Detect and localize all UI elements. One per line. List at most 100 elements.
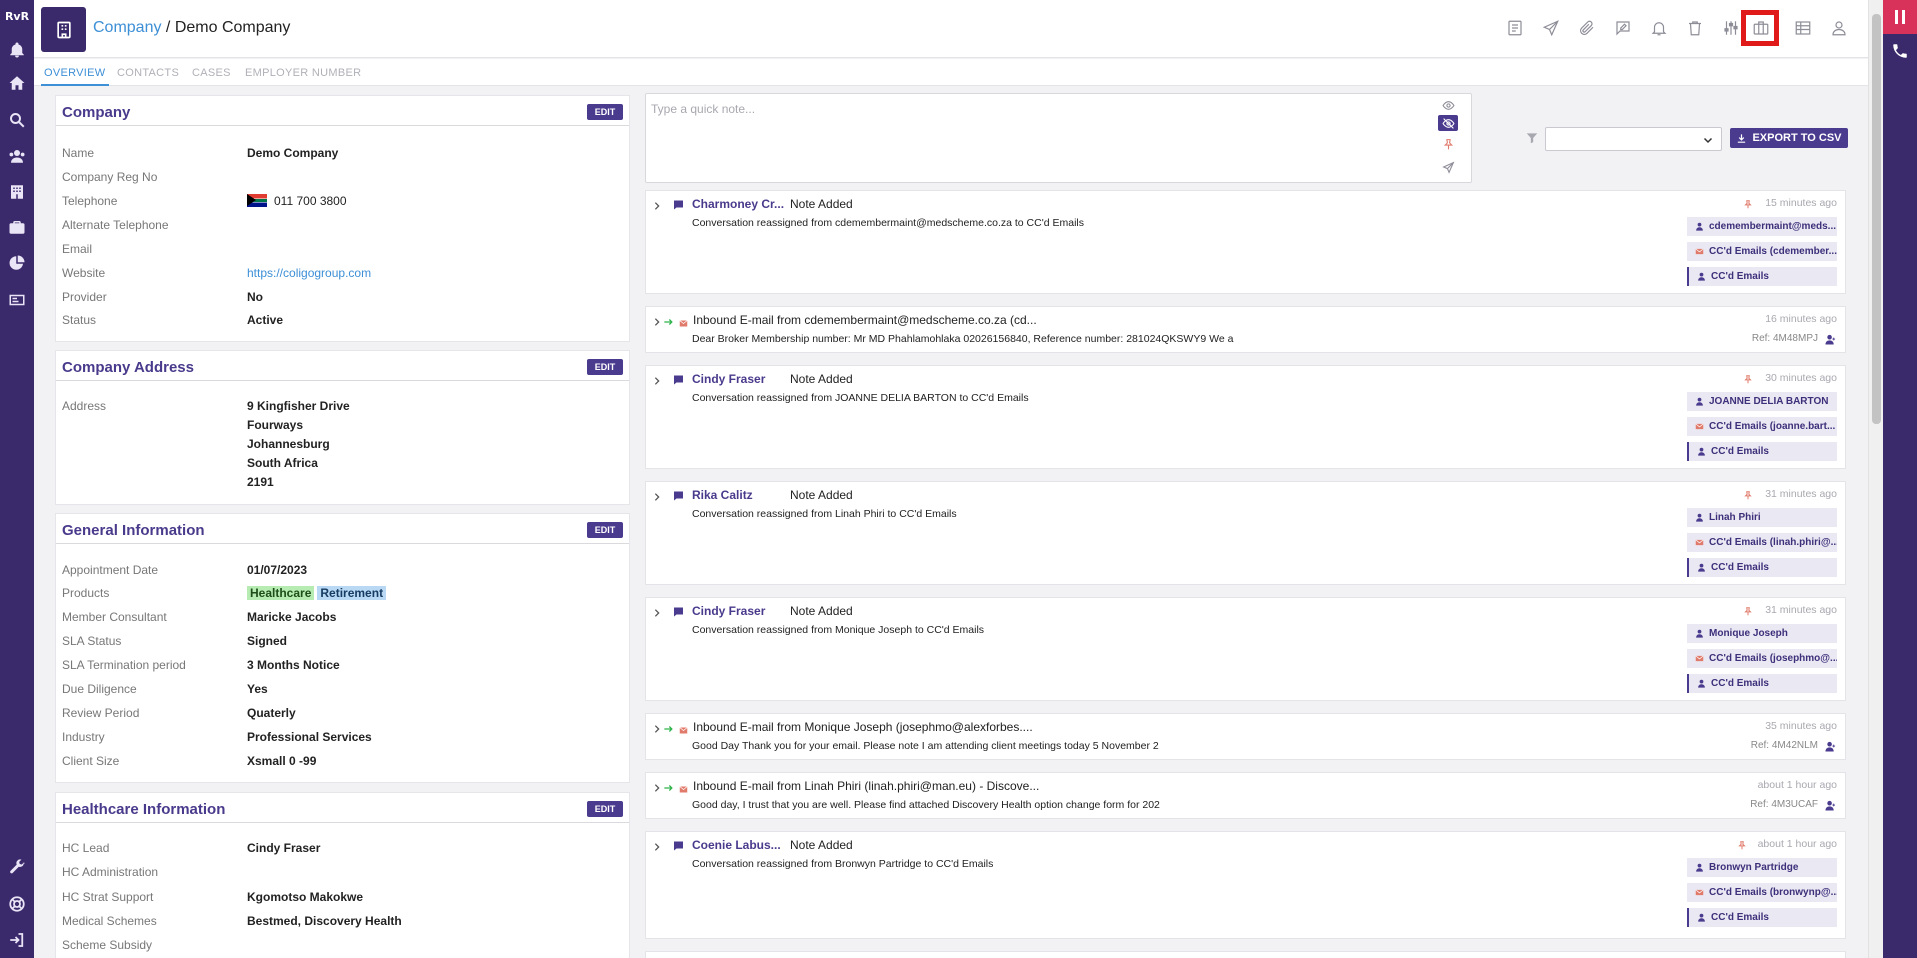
assignee-chip[interactable]: CC'd Emails [1687,674,1837,693]
send-icon[interactable] [1540,15,1562,41]
website-link[interactable]: https://coligogroup.com [247,266,371,280]
chevron-right-icon[interactable] [652,605,662,617]
brand-logo[interactable]: RvR [0,10,34,23]
note-author[interactable]: Rika Calitz [692,488,784,502]
chevron-right-icon[interactable] [652,489,662,501]
scrollbar-thumb[interactable] [1872,14,1881,424]
activity-item[interactable]: Cindy Fraser Note Added Conversation rea… [645,597,1846,701]
activity-item[interactable]: Charmoney Cr... Note Added Conversation … [645,190,1846,294]
eye-off-icon[interactable] [1438,115,1458,131]
tab-contacts[interactable]: CONTACTS [117,67,179,79]
pie-chart-icon[interactable] [7,253,27,273]
home-icon[interactable] [7,73,27,93]
assignee-chip[interactable]: Monique Joseph [1687,624,1837,643]
edit-address-button[interactable]: EDIT [587,359,623,375]
activity-item[interactable]: Inbound E-mail from cdemembermaint@medsc… [645,306,1846,353]
help-lifebuoy-icon[interactable] [7,894,27,914]
add-note-icon[interactable] [1612,15,1634,41]
note-type: Note Added [790,488,853,502]
contacts-icon[interactable] [7,146,27,166]
assign-user-icon[interactable] [1824,332,1837,345]
table-icon[interactable] [1792,15,1814,41]
activity-item[interactable]: Coenie Labus... Note Added Conversation … [645,831,1846,939]
send-icon[interactable] [1438,160,1458,174]
edit-general-button[interactable]: EDIT [587,522,623,538]
note-author[interactable]: Cindy Fraser [692,604,784,618]
tab-cases[interactable]: CASES [192,67,231,79]
assignee-chip[interactable]: CC'd Emails (josephmo@... [1687,649,1837,668]
email-title[interactable]: Inbound E-mail from cdemembermaint@medsc… [693,313,1037,327]
assignee-chip[interactable]: CC'd Emails (joanne.bart... [1687,417,1837,436]
assignee-chip[interactable]: CC'd Emails [1687,267,1837,286]
chevron-right-icon[interactable] [652,198,662,210]
activity-item[interactable]: Inbound E-mail from Linah Phiri (linah.p… [645,772,1846,819]
note-author[interactable]: Charmoney Cr... [692,197,784,211]
page-scrollbar[interactable] [1868,0,1883,958]
user-icon[interactable] [1828,15,1850,41]
quick-note-input[interactable]: Type a quick note... [645,93,1472,183]
south-africa-flag-icon [247,194,267,207]
tab-overview[interactable]: OVERVIEW [41,67,108,86]
export-csv-button[interactable]: EXPORT TO CSV [1730,128,1848,148]
email-title[interactable]: Inbound E-mail from Linah Phiri (linah.p… [693,779,1039,793]
pause-button[interactable] [1883,0,1917,34]
id-card-icon[interactable] [7,290,27,310]
breadcrumb-company-link[interactable]: Company [93,19,161,36]
assignee-chip[interactable]: CC'd Emails [1687,442,1837,461]
chevron-right-icon[interactable] [652,780,662,792]
activity-item[interactable]: Inbound E-mail from Monique Joseph (jose… [645,713,1846,760]
eye-icon[interactable] [1438,98,1458,112]
assignee-chip[interactable]: Linah Phiri [1687,508,1837,527]
assignee-chip[interactable]: cdemembermaint@meds... [1687,217,1837,236]
building-icon[interactable] [7,182,27,202]
briefcase-icon[interactable] [7,217,27,237]
phone-value[interactable]: 011 700 3800 [247,194,347,208]
bell-icon[interactable] [1648,15,1670,41]
tab-employer-number[interactable]: EMPLOYER NUMBER [245,67,361,79]
assignee-chip[interactable]: CC'd Emails (bronwynp@... [1687,883,1837,902]
activity-item[interactable]: Rika Calitz Note Added Conversation reas… [645,481,1846,585]
chevron-right-icon[interactable] [652,373,662,385]
chevron-right-icon[interactable] [652,314,662,326]
notes-list-icon[interactable] [1504,15,1526,41]
chevron-right-icon[interactable] [652,721,662,733]
assignee-chip[interactable]: CC'd Emails [1687,558,1837,577]
right-strip [1883,0,1917,958]
chip-text: CC'd Emails (linah.phiri@... [1709,537,1837,548]
email-preview: Dear Broker Membership number: Mr MD Pha… [692,333,1234,345]
field-reg-no: Company Reg No [62,167,623,187]
logout-icon[interactable] [7,930,27,950]
search-icon[interactable] [7,110,27,130]
assign-user-icon[interactable] [1824,739,1837,752]
sliders-icon[interactable] [1720,15,1742,41]
phone-number[interactable]: 011 700 3800 [274,194,347,208]
note-author[interactable]: Coenie Labus... [692,838,784,852]
edit-healthcare-button[interactable]: EDIT [587,801,623,817]
note-author[interactable]: Cindy Fraser [692,372,784,386]
email-title[interactable]: Inbound E-mail from Monique Joseph (jose… [693,720,1033,734]
wrench-icon[interactable] [7,857,27,877]
panel-title: Company Address [62,359,194,376]
chip-text: Bronwyn Partridge [1709,862,1799,873]
assignee-chip[interactable]: Bronwyn Partridge [1687,858,1837,877]
phone-icon[interactable] [1891,42,1909,60]
assignee-chip[interactable]: JOANNE DELIA BARTON [1687,392,1837,411]
assignee-chip[interactable]: CC'd Emails (cdemember... [1687,242,1837,261]
filter-select[interactable] [1545,127,1722,151]
field-label: HC Lead [62,841,110,855]
field-medical-schemes: Medical Schemes Bestmed, Discovery Health [62,911,623,931]
assignee-chip[interactable]: CC'd Emails [1687,908,1837,927]
assign-user-icon[interactable] [1824,798,1837,811]
field-value: 3 Months Notice [247,658,340,672]
paperclip-icon[interactable] [1576,15,1598,41]
field-label: Name [62,146,95,160]
activity-item[interactable]: Cindy Fraser Note Added Conversation rea… [645,365,1846,469]
edit-company-button[interactable]: EDIT [587,104,623,120]
trash-icon[interactable] [1684,15,1706,41]
bell-icon[interactable] [7,40,27,60]
assignee-chip[interactable]: CC'd Emails (linah.phiri@... [1687,533,1837,552]
pin-icon[interactable] [1438,137,1458,151]
field-label: SLA Termination period [62,658,186,672]
filter-icon[interactable] [1525,131,1539,145]
chevron-right-icon[interactable] [652,839,662,851]
